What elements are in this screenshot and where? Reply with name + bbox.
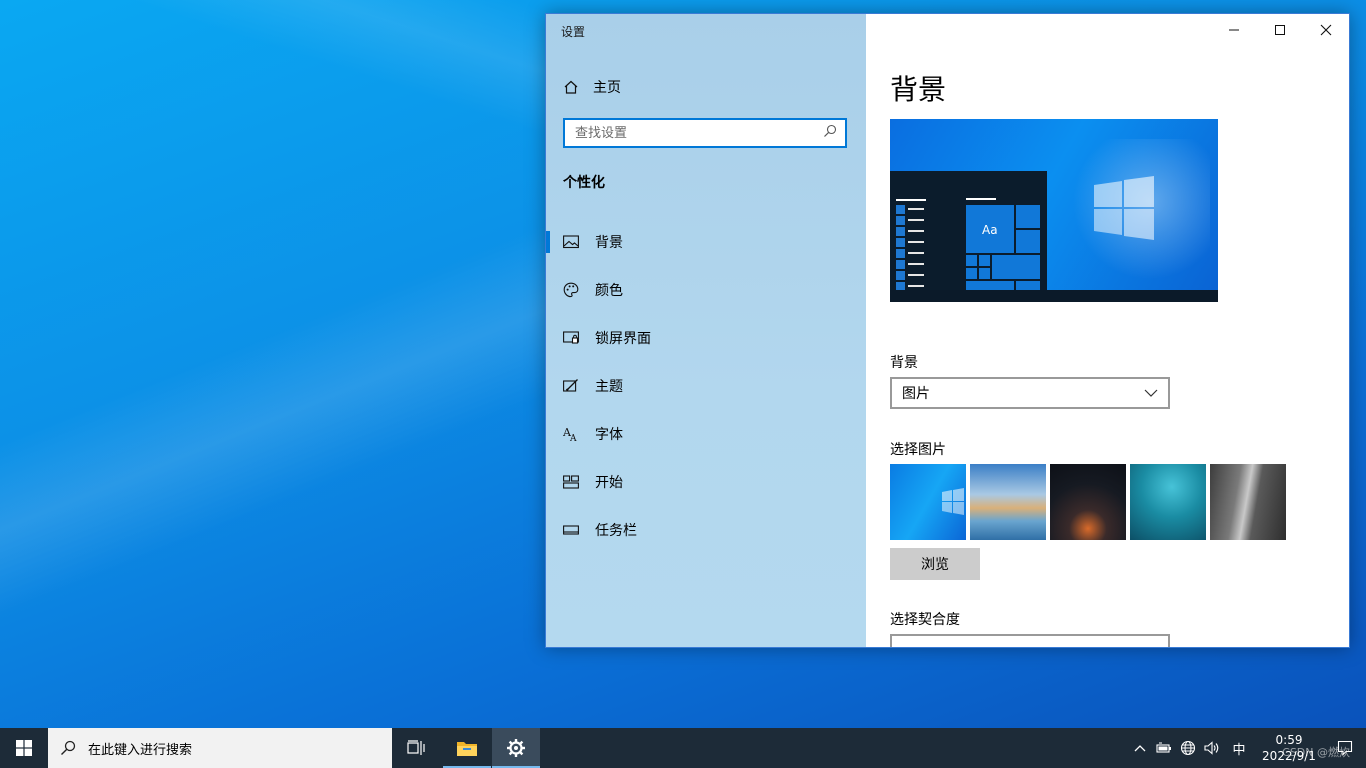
choose-fit-label: 选择契合度 <box>890 612 960 628</box>
lock-screen-icon <box>563 330 579 346</box>
nav-item-label: 任务栏 <box>595 523 637 539</box>
nav-item-label: 颜色 <box>595 283 623 299</box>
background-type-label: 背景 <box>890 355 918 371</box>
picture-thumbnails <box>890 464 1286 540</box>
nav-item-label: 字体 <box>595 427 623 443</box>
page-title: 背景 <box>890 73 947 106</box>
battery-icon[interactable] <box>1152 728 1176 768</box>
taskbar-search-placeholder: 在此键入进行搜索 <box>88 742 193 758</box>
network-globe-icon[interactable] <box>1176 728 1200 768</box>
minimize-icon <box>1229 29 1239 31</box>
palette-icon <box>563 282 579 298</box>
nav-item-lock-screen[interactable]: 锁屏界面 <box>546 314 866 362</box>
taskbar-icon <box>563 522 579 538</box>
nav-item-themes[interactable]: 主题 <box>546 362 866 410</box>
choose-fit-dropdown[interactable] <box>890 634 1170 647</box>
nav-item-fonts[interactable]: AA 字体 <box>546 410 866 458</box>
desktop-preview: Aa <box>890 119 1218 302</box>
file-explorer-button[interactable] <box>443 728 491 768</box>
nav-item-label: 背景 <box>595 235 623 251</box>
windows-logo-icon <box>942 488 964 515</box>
background-type-value: 图片 <box>902 386 930 402</box>
chevron-up-icon[interactable] <box>1128 728 1152 768</box>
settings-window: 设置 主页 个性化 背景 <box>545 13 1350 648</box>
close-icon <box>1320 24 1332 36</box>
folder-icon <box>457 742 477 756</box>
browse-button[interactable]: 浏览 <box>890 548 980 580</box>
close-button[interactable] <box>1303 14 1349 46</box>
nav-item-label: 锁屏界面 <box>595 331 651 347</box>
picture-thumbnail-underwater[interactable] <box>1130 464 1206 540</box>
background-type-dropdown[interactable]: 图片 <box>890 377 1170 409</box>
nav-item-taskbar[interactable]: 任务栏 <box>546 506 866 554</box>
gear-icon <box>507 739 525 757</box>
chevron-down-icon <box>1144 389 1158 397</box>
picture-thumbnail-beach[interactable] <box>970 464 1046 540</box>
start-button[interactable] <box>0 728 48 768</box>
home-nav-item[interactable]: 主页 <box>563 77 621 97</box>
settings-search-box[interactable] <box>563 118 847 148</box>
nav-item-start[interactable]: 开始 <box>546 458 866 506</box>
section-title: 个性化 <box>563 175 605 191</box>
settings-content: 背景 Aa 背景 图片 选择图片 浏览 选择契合度 <box>866 14 1349 647</box>
picture-thumbnail-night-sky[interactable] <box>1050 464 1126 540</box>
settings-taskbar-button[interactable] <box>492 728 540 768</box>
nav-item-background[interactable]: 背景 <box>546 218 866 266</box>
search-icon[interactable] <box>823 124 837 142</box>
choose-picture-label: 选择图片 <box>890 442 946 458</box>
home-label: 主页 <box>593 80 621 96</box>
windows-logo-icon <box>16 740 32 756</box>
maximize-icon <box>1275 25 1285 35</box>
picture-thumbnail-windows[interactable] <box>890 464 966 540</box>
nav-item-label: 主题 <box>595 379 623 395</box>
task-view-icon <box>407 740 425 755</box>
picture-icon <box>563 234 579 250</box>
theme-icon <box>563 378 579 394</box>
input-method-indicator[interactable]: 中 <box>1224 728 1254 768</box>
font-icon: AA <box>563 426 579 442</box>
volume-icon[interactable] <box>1200 728 1224 768</box>
window-controls <box>1211 14 1349 46</box>
watermark-text: CSDN @燃炊 <box>1282 746 1350 759</box>
picture-thumbnail-rock[interactable] <box>1210 464 1286 540</box>
settings-search-input[interactable] <box>573 124 807 142</box>
start-icon <box>563 474 579 490</box>
taskbar: 在此键入进行搜索 中 0:59 2022/9/1 CSDN @燃炊 <box>0 728 1366 768</box>
personalization-nav: 背景 颜色 锁屏界面 主题 A A 字体 开始 任务栏 <box>546 218 866 554</box>
nav-item-label: 开始 <box>595 475 623 491</box>
preview-start-menu: Aa <box>890 171 1047 290</box>
task-view-button[interactable] <box>392 728 440 768</box>
preview-tile-text: Aa <box>982 223 998 237</box>
svg-text:A: A <box>569 434 577 442</box>
search-icon <box>61 740 76 755</box>
window-title: 设置 <box>561 25 586 39</box>
settings-sidebar: 设置 主页 个性化 背景 <box>546 14 866 647</box>
preview-taskbar <box>890 290 1218 302</box>
maximize-button[interactable] <box>1257 14 1303 46</box>
taskbar-search-box[interactable]: 在此键入进行搜索 <box>48 728 392 768</box>
home-icon <box>563 79 579 95</box>
nav-item-colors[interactable]: 颜色 <box>546 266 866 314</box>
minimize-button[interactable] <box>1211 14 1257 46</box>
